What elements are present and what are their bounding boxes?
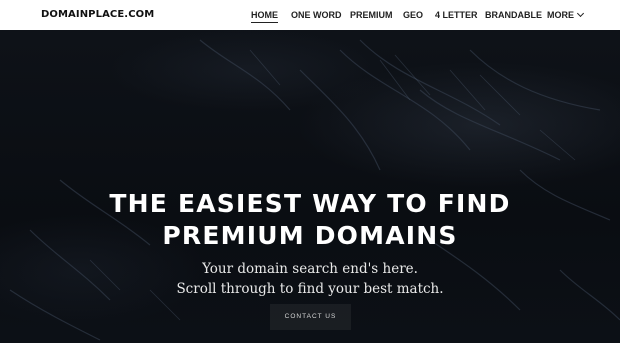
nav-more[interactable]: MORE <box>547 9 585 20</box>
hero-title: THE EASIEST WAY TO FIND PREMIUM DOMAINS <box>0 188 620 252</box>
nav-home[interactable]: HOME <box>251 10 278 23</box>
hero-title-line-2: PREMIUM DOMAINS <box>162 221 458 250</box>
hero-subtitle-line-2: Scroll through to find your best match. <box>176 281 444 297</box>
hero-content: THE EASIEST WAY TO FIND PREMIUM DOMAINS … <box>0 188 620 299</box>
hero-section: THE EASIEST WAY TO FIND PREMIUM DOMAINS … <box>0 30 620 343</box>
nav-more-label: MORE <box>547 10 574 20</box>
hero-title-line-1: THE EASIEST WAY TO FIND <box>109 189 511 218</box>
contact-us-button[interactable]: CONTACT US <box>270 304 351 330</box>
page: DOMAINPLACE.COM HOME ONE WORD PREMIUM GE… <box>0 0 620 343</box>
nav-premium[interactable]: PREMIUM <box>350 10 393 20</box>
chevron-down-icon <box>576 9 585 18</box>
site-header: DOMAINPLACE.COM HOME ONE WORD PREMIUM GE… <box>0 0 620 30</box>
hero-subtitle: Your domain search end's here. Scroll th… <box>0 259 620 299</box>
nav-brandable[interactable]: BRANDABLE <box>485 10 542 20</box>
main-nav: HOME ONE WORD PREMIUM GEO 4 LETTER BRAND… <box>0 0 620 30</box>
nav-geo[interactable]: GEO <box>403 10 423 20</box>
nav-one-word[interactable]: ONE WORD <box>291 10 342 20</box>
nav-4-letter[interactable]: 4 LETTER <box>435 10 478 20</box>
hero-subtitle-line-1: Your domain search end's here. <box>202 261 418 277</box>
